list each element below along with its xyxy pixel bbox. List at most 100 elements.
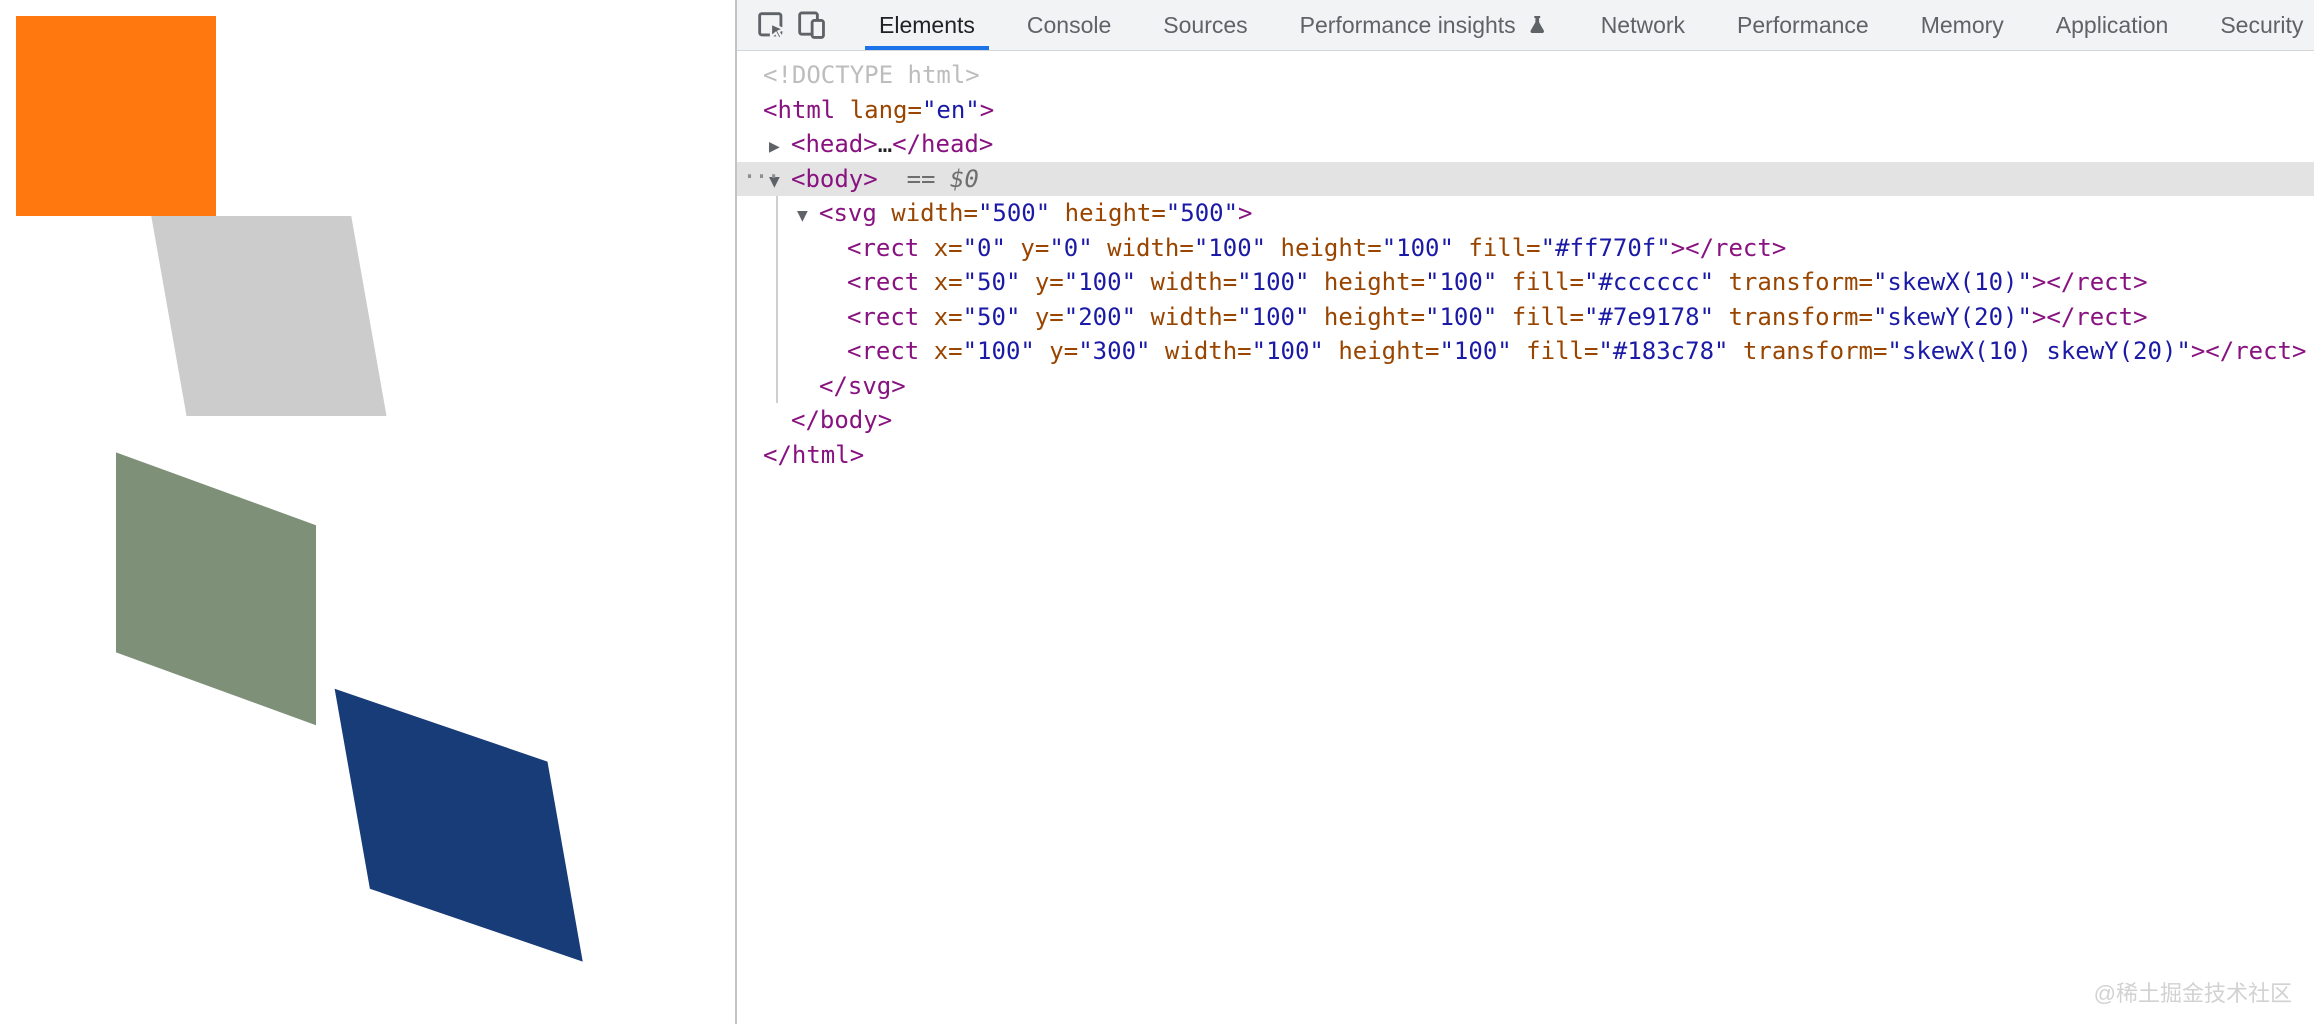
- code-token: >: [1238, 199, 1253, 227]
- code-token: fill=: [1497, 268, 1584, 296]
- devtools-toolbar: Elements Console Sources Performance insigh…: [737, 0, 2314, 51]
- device-toolbar-icon[interactable]: [791, 5, 831, 45]
- code-token: <!DOCTYPE html>: [763, 61, 980, 89]
- code-token: "100": [1237, 302, 1310, 331]
- code-token: x=: [919, 233, 963, 262]
- code-token: height=: [1266, 233, 1382, 262]
- tab-network[interactable]: Network: [1575, 0, 1711, 50]
- tab-application[interactable]: Application: [2030, 0, 2195, 50]
- tab-label: Performance insights: [1299, 11, 1516, 38]
- tab-security[interactable]: Security: [2194, 0, 2314, 50]
- more-options-icon[interactable]: ···: [742, 160, 781, 195]
- code-token: lang=: [835, 95, 922, 124]
- screenshot-root: Elements Console Sources Performance insigh…: [0, 0, 2314, 1024]
- code-token: "100": [962, 337, 1035, 365]
- code-token: width=: [1136, 268, 1238, 296]
- tab-sources[interactable]: Sources: [1137, 0, 1273, 50]
- code-token: "500": [977, 199, 1051, 227]
- code-token: "200": [1063, 302, 1137, 331]
- row-html-open[interactable]: <html lang="en">: [737, 93, 2314, 128]
- tab-console[interactable]: Console: [1001, 0, 1137, 50]
- code-token: "skewY(20)": [1872, 302, 2032, 331]
- tab-elements[interactable]: Elements: [853, 0, 1001, 50]
- code-token: "#7e9178": [1583, 302, 1715, 331]
- code-token: "500": [1165, 199, 1239, 227]
- tab-performance-insights[interactable]: Performance insights: [1274, 0, 1575, 50]
- code-token: height=: [1050, 199, 1166, 227]
- code-token: height=: [1309, 302, 1426, 331]
- code-token: <rect: [847, 337, 920, 365]
- code-token: "skewX(10)": [1872, 268, 2032, 296]
- row-rect-1[interactable]: <rect x="0" y="0" width="100" height="10…: [737, 231, 2314, 266]
- row-rect-3[interactable]: <rect x="50" y="200" width="100" height=…: [737, 300, 2314, 335]
- tab-label: Application: [2055, 11, 2169, 38]
- row-rect-4[interactable]: <rect x="100" y="300" width="100" height…: [737, 334, 2314, 369]
- row-body-close[interactable]: </body>: [737, 403, 2314, 438]
- preview-rect-2: [151, 216, 387, 416]
- code-token: ></rect>: [1670, 233, 1787, 262]
- code-token: "en": [921, 95, 980, 124]
- code-token: x=: [919, 268, 963, 296]
- disclosure-down-icon[interactable]: ▼: [797, 199, 819, 234]
- code-token: transform=: [1728, 337, 1888, 365]
- row-head[interactable]: ▶ <head>…</head>: [737, 127, 2314, 162]
- code-token: "100": [1237, 268, 1310, 296]
- row-html-close[interactable]: </html>: [737, 438, 2314, 473]
- row-doctype[interactable]: <!DOCTYPE html>: [737, 58, 2314, 93]
- inspect-icon[interactable]: [751, 5, 791, 45]
- code-token: x=: [919, 337, 963, 365]
- code-token: "100": [1425, 302, 1498, 331]
- code-token: <head>: [791, 130, 878, 158]
- code-token: "50": [962, 302, 1021, 331]
- code-token: "0": [1049, 233, 1093, 262]
- code-token: "100": [1193, 233, 1267, 262]
- tab-label: Security: [2220, 11, 2304, 38]
- code-token: "300": [1078, 337, 1151, 365]
- code-token: ></rect>: [2031, 302, 2148, 331]
- code-token: "50": [962, 268, 1021, 296]
- tab-label: Performance: [1737, 11, 1869, 38]
- code-token: y=: [1020, 268, 1064, 296]
- code-token: "100": [1425, 268, 1498, 296]
- code-token: <html: [763, 95, 836, 124]
- row-rect-2[interactable]: <rect x="50" y="100" width="100" height=…: [737, 265, 2314, 300]
- code-token: …: [877, 130, 893, 158]
- preview-rect-1: [16, 16, 216, 216]
- code-token: fill=: [1511, 337, 1599, 365]
- code-token: transform=: [1714, 302, 1873, 331]
- code-token: </svg>: [819, 371, 906, 400]
- code-token: height=: [1323, 337, 1440, 365]
- devtools-panel: Elements Console Sources Performance insigh…: [735, 0, 2314, 1024]
- code-token: <rect: [847, 268, 920, 296]
- code-token: <body>: [791, 164, 878, 193]
- code-token: ></rect>: [2190, 337, 2307, 365]
- code-token: <rect: [847, 233, 920, 262]
- code-token: ==: [877, 164, 950, 193]
- code-token: fill=: [1453, 233, 1541, 262]
- code-token: </head>: [892, 130, 994, 158]
- code-token: "#183c78": [1598, 337, 1729, 365]
- code-token: fill=: [1497, 302, 1584, 331]
- row-body-open[interactable]: ··· ▼ <body> == $0: [737, 160, 2314, 196]
- row-svg-close[interactable]: </svg>: [737, 369, 2314, 404]
- code-token: y=: [1005, 233, 1050, 262]
- code-token: "100": [1439, 337, 1512, 365]
- row-svg-open[interactable]: ▼ <svg width="500" height="500">: [737, 196, 2314, 231]
- toolbar-icon-group: [737, 0, 831, 50]
- code-token: </html>: [763, 440, 865, 469]
- code-token: y=: [1020, 302, 1064, 331]
- code-token: "100": [1381, 233, 1454, 262]
- code-token: "skewX(10) skewY(20)": [1887, 337, 2191, 365]
- tab-label: Memory: [1920, 11, 2004, 38]
- code-token: width=: [1136, 302, 1238, 331]
- tab-label: Elements: [879, 11, 975, 38]
- tab-performance[interactable]: Performance: [1711, 0, 1895, 50]
- code-token: "#ff770f": [1540, 233, 1671, 262]
- tab-label: Sources: [1163, 11, 1248, 38]
- flask-icon: [1530, 16, 1544, 33]
- code-token: height=: [1309, 268, 1426, 296]
- code-token: >: [979, 95, 995, 124]
- tab-memory[interactable]: Memory: [1895, 0, 2030, 50]
- code-token: </body>: [791, 406, 893, 434]
- code-token: width=: [876, 199, 978, 227]
